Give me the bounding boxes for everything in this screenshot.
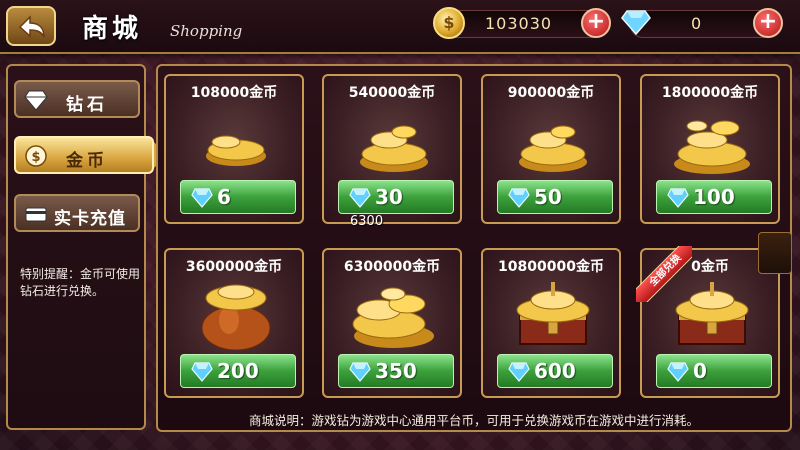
buy-button[interactable]: 6 xyxy=(180,180,296,214)
product-amount: 3600000金币 xyxy=(185,259,283,275)
product-card: 1800000金币 100 xyxy=(640,74,780,224)
buy-button[interactable]: 0 xyxy=(656,354,772,388)
coin-balance: $ 103030 + xyxy=(433,7,611,39)
gem-balance: 0 + xyxy=(621,8,783,38)
shop-description: 商城说明：游戏钻为游戏中心通用平台币，可用于兑换游戏币在游戏中进行消耗。 xyxy=(248,413,699,428)
product-amount: 900000金币 xyxy=(507,85,595,101)
back-button[interactable] xyxy=(6,6,56,46)
product-price: 30 xyxy=(375,185,403,209)
top-bar: 商城 Shopping $ 103030 + 0 + xyxy=(0,0,800,54)
product-price: 600 xyxy=(534,359,576,383)
popup-value: 6300 xyxy=(350,214,384,229)
product-amount: 1800000金币 xyxy=(661,85,759,101)
diamond-icon xyxy=(191,362,213,382)
sidebar-item-gold[interactable]: $ 金币 xyxy=(14,136,166,174)
gold-coins-icon xyxy=(360,125,428,172)
gold-coins-icon xyxy=(674,120,750,174)
buy-button[interactable]: 350 xyxy=(338,354,454,388)
diamond-icon xyxy=(508,188,530,208)
buy-button[interactable]: 600 xyxy=(497,354,613,388)
diamond-icon xyxy=(349,188,371,208)
side-tab[interactable] xyxy=(758,232,792,274)
product-card: 6300000金币 350 xyxy=(322,248,462,398)
product-price: 200 xyxy=(217,359,259,383)
diamond-icon xyxy=(621,10,651,35)
product-price: 0 xyxy=(693,359,707,383)
product-price: 50 xyxy=(534,185,562,209)
gold-coins-icon xyxy=(519,125,587,172)
add-coins-button[interactable]: + xyxy=(581,8,611,38)
gold-coins-icon xyxy=(352,287,434,348)
coin-icon: $ xyxy=(433,7,465,39)
coin-balance-value: 103030 xyxy=(485,14,553,33)
product-price: 350 xyxy=(375,359,417,383)
diamond-icon xyxy=(24,90,48,111)
buy-button[interactable]: 50 xyxy=(497,180,613,214)
buy-button[interactable]: 200 xyxy=(180,354,296,388)
sidebar-item-label: 实卡充值 xyxy=(54,209,126,229)
sidebar-item-label: 钻石 xyxy=(66,95,108,115)
product-price: 100 xyxy=(693,185,735,209)
card-icon xyxy=(25,207,47,222)
product-amount: 540000金币 xyxy=(348,85,436,101)
svg-text:$: $ xyxy=(31,150,40,165)
buy-button[interactable]: 30 xyxy=(338,180,454,214)
page-title: 商城 xyxy=(82,14,143,44)
category-sidebar: 钻石 $ 金币 实卡充值 特别提醒：金币可使用钻石进行兑换。 xyxy=(6,64,166,430)
gold-coins-icon xyxy=(675,282,749,345)
diamond-icon xyxy=(508,362,530,382)
exchange-note: 特别提醒：金币可使用钻石进行兑换。 xyxy=(20,267,141,298)
product-card: 3600000金币 200 xyxy=(164,248,304,398)
product-card: 10800000金币 600 xyxy=(481,248,621,398)
buy-button[interactable]: 100 xyxy=(656,180,772,214)
product-amount: 6300000金币 xyxy=(343,259,441,275)
add-gems-button[interactable]: + xyxy=(753,8,783,38)
product-card: 108000金币 6 xyxy=(164,74,304,224)
gold-coins-icon xyxy=(516,282,590,345)
diamond-icon xyxy=(667,362,689,382)
product-amount: 10800000金币 xyxy=(498,259,604,275)
back-arrow-icon xyxy=(18,15,45,38)
coin-icon: $ xyxy=(25,145,47,167)
diamond-icon xyxy=(191,188,213,208)
gem-balance-value: 0 xyxy=(691,14,703,33)
sidebar-item-card-recharge[interactable]: 实卡充值 xyxy=(14,194,140,232)
gold-coins-icon xyxy=(201,284,271,350)
product-card: 540000金币 30 xyxy=(322,74,462,224)
sidebar-item-diamond[interactable]: 钻石 xyxy=(14,80,140,118)
page-subtitle: Shopping xyxy=(170,22,243,40)
gold-coins-icon xyxy=(206,135,266,166)
product-card: 900000金币 50 xyxy=(481,74,621,224)
diamond-icon xyxy=(349,362,371,382)
diamond-icon xyxy=(667,188,689,208)
product-amount: 108000金币 xyxy=(190,85,278,101)
sidebar-item-label: 金币 xyxy=(66,151,108,171)
product-price: 6 xyxy=(217,185,231,209)
